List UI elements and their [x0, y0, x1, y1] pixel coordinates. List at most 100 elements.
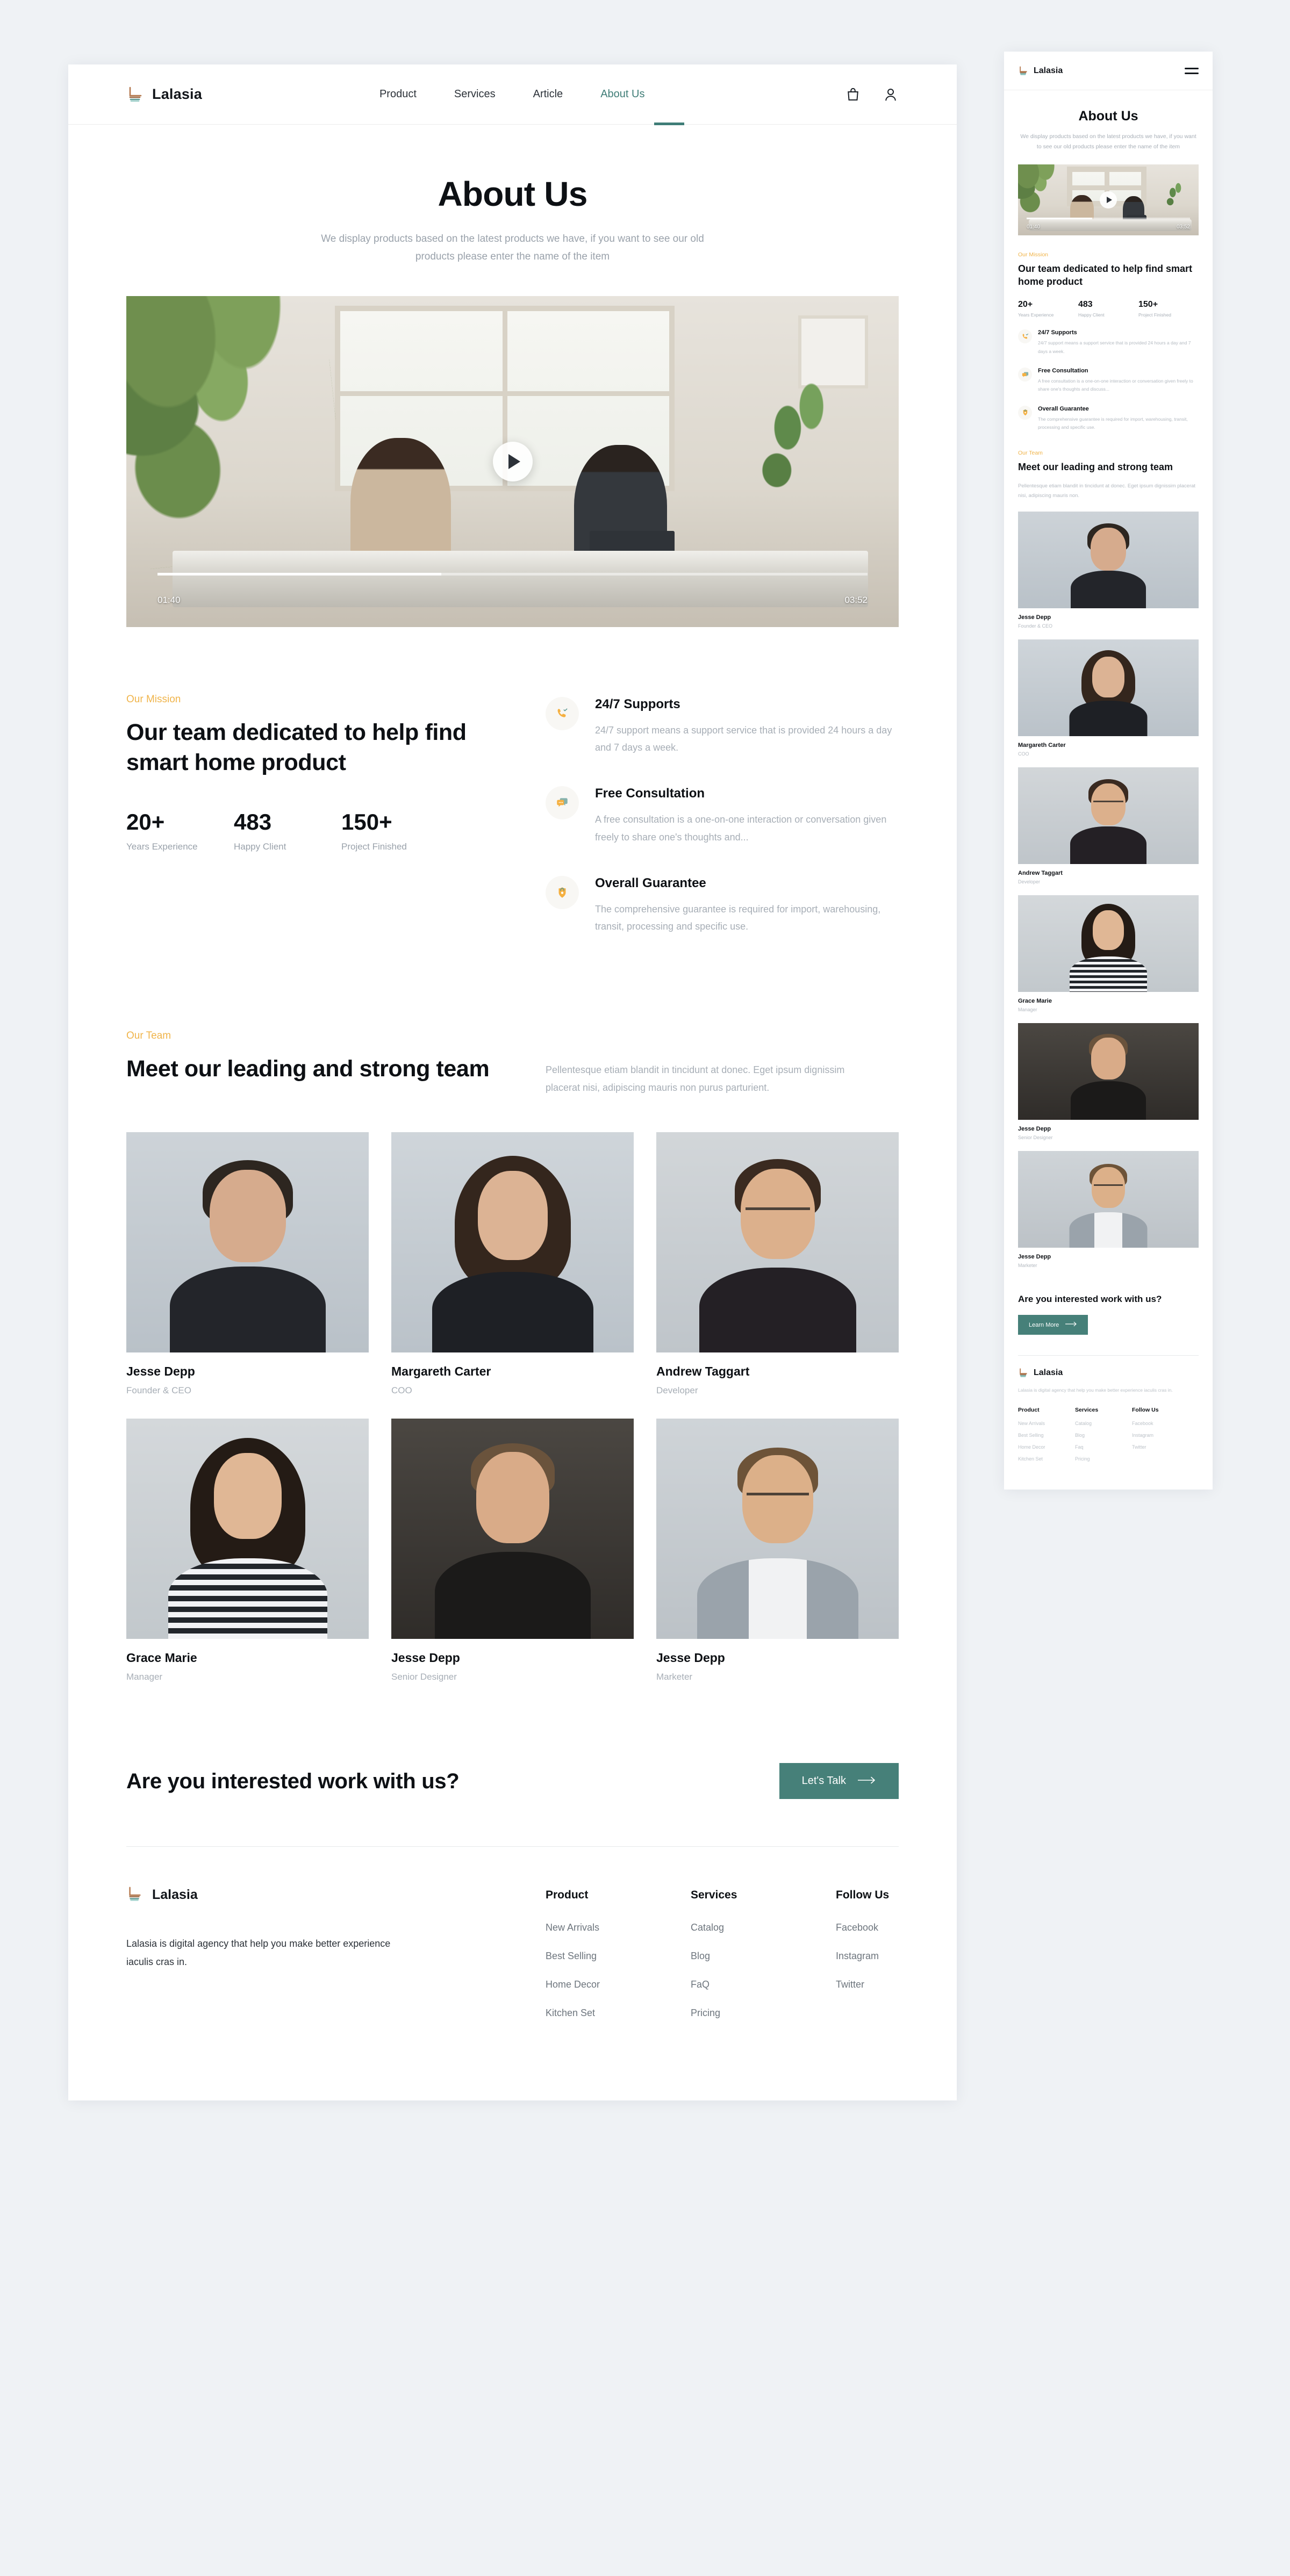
footer-link[interactable]: Catalog — [691, 1922, 782, 1933]
footer-link[interactable]: Home Decor — [546, 1979, 637, 1990]
mobile-video-player[interactable]: 01:40 03:52 — [1018, 164, 1199, 235]
footer-link[interactable]: New Arrivals — [546, 1922, 637, 1933]
video-duration: 03:52 — [844, 594, 868, 605]
footer-link[interactable]: Blog — [691, 1951, 782, 1962]
team-member-card[interactable]: Jesse Depp Senior Designer — [1004, 1023, 1213, 1140]
mobile-mockup: Lalasia About Us We display products bas… — [1004, 52, 1213, 1490]
footer-link[interactable]: Best Selling — [1018, 1433, 1060, 1438]
team-member-card[interactable]: Jesse Depp Marketer — [1004, 1150, 1213, 1268]
footer-link[interactable]: Catalog — [1075, 1421, 1117, 1426]
member-name: Jesse Depp — [1018, 1125, 1051, 1132]
footer-link[interactable]: Instagram — [836, 1951, 927, 1962]
footer-link[interactable]: Kitchen Set — [1018, 1456, 1060, 1462]
mobile-video-duration: 03:52 — [1176, 224, 1190, 230]
phone-support-icon — [546, 696, 579, 730]
footer-link[interactable]: Facebook — [836, 1922, 927, 1933]
team-member-card[interactable]: Andrew Taggart Developer — [1004, 767, 1213, 884]
user-icon[interactable] — [883, 87, 899, 103]
footer-link[interactable]: Kitchen Set — [546, 2007, 637, 2019]
footer-column-title: Follow Us — [1132, 1406, 1159, 1413]
footer-link[interactable]: Instagram — [1132, 1433, 1174, 1438]
avatar — [391, 1132, 634, 1353]
footer-column-product: Product New Arrivals Best Selling Home D… — [1018, 1407, 1060, 1468]
page-canvas: Lalasia Product Services Article About U… — [0, 0, 1290, 2576]
avatar — [656, 1419, 899, 1639]
team-heading: Meet our leading and strong team — [126, 1055, 490, 1082]
mobile-page-title: About Us — [1078, 109, 1138, 124]
cta-section: Are you interested work with us? Let's T… — [68, 1682, 957, 1800]
team-member-card[interactable]: Grace Marie Manager — [1004, 895, 1213, 1012]
member-name: Jesse Depp — [126, 1364, 195, 1379]
learn-more-button[interactable]: Learn More — [1018, 1315, 1088, 1335]
mission-left: Our Mission Our team dedicated to help f… — [126, 694, 503, 966]
nav-link-product[interactable]: Product — [379, 85, 417, 104]
mobile-footer-brand[interactable]: Lalasia — [1018, 1368, 1199, 1378]
team-member-card[interactable]: Jesse Depp Marketer — [656, 1419, 899, 1682]
mobile-video-progress-bar[interactable] — [1027, 217, 1190, 219]
team-header: Our Team Meet our leading and strong tea… — [126, 1030, 899, 1097]
member-role: COO — [391, 1385, 412, 1396]
mobile-hero-subtitle: We display products based on the latest … — [1020, 133, 1196, 150]
footer-column-title: Follow Us — [836, 1889, 890, 1902]
member-name: Jesse Depp — [1018, 614, 1051, 621]
footer-link[interactable]: Faq — [1075, 1444, 1117, 1450]
stat-value: 20+ — [1018, 300, 1033, 310]
chat-bubble-icon — [1018, 368, 1032, 382]
mobile-footer-columns: Product New Arrivals Best Selling Home D… — [1018, 1407, 1199, 1468]
desktop-mockup: Lalasia Product Services Article About U… — [68, 64, 957, 2101]
team-member-card[interactable]: Andrew Taggart Developer — [656, 1132, 899, 1396]
feature-desc: The comprehensive guarantee is required … — [595, 904, 881, 932]
footer-column-title: Product — [546, 1889, 589, 1902]
bag-icon[interactable] — [845, 87, 861, 103]
stat-value: 150+ — [1138, 300, 1158, 310]
footer-link[interactable]: Facebook — [1132, 1421, 1174, 1426]
feature-desc: 24/7 support means a support service tha… — [595, 724, 892, 753]
team-member-card[interactable]: Jesse Depp Founder & CEO — [126, 1132, 369, 1396]
stat-value: 483 — [234, 809, 272, 834]
play-icon[interactable] — [492, 441, 533, 481]
team-member-card[interactable]: Jesse Depp Founder & CEO — [1004, 511, 1213, 629]
footer-link[interactable]: Twitter — [1132, 1444, 1174, 1450]
shield-lock-icon — [546, 876, 579, 910]
footer-link[interactable]: Home Decor — [1018, 1444, 1060, 1450]
team-member-card[interactable]: Jesse Depp Senior Designer — [391, 1419, 634, 1682]
brand-logo[interactable]: Lalasia — [126, 85, 202, 104]
hero-section: About Us We display products based on th… — [68, 125, 957, 266]
footer-column-title: Product — [1018, 1406, 1040, 1413]
team-member-card[interactable]: Grace Marie Manager — [126, 1419, 369, 1682]
nav-link-about-us[interactable]: About Us — [600, 85, 644, 104]
mission-section: Our Mission Our team dedicated to help f… — [68, 627, 957, 966]
stat-item: 150+ Project Finished — [341, 809, 407, 852]
team-member-card[interactable]: Margareth Carter COO — [391, 1132, 634, 1396]
footer-link[interactable]: Best Selling — [546, 1951, 637, 1962]
member-name: Grace Marie — [1018, 997, 1052, 1004]
hamburger-menu-icon[interactable] — [1185, 64, 1199, 77]
stat-label: Happy Client — [234, 841, 286, 852]
lets-talk-button[interactable]: Let's Talk — [779, 1763, 899, 1800]
team-member-card[interactable]: Margareth Carter COO — [1004, 639, 1213, 757]
stat-item: 483 Happy Client — [234, 809, 341, 852]
feature-item: 24/7 Supports 24/7 support means a suppo… — [1018, 329, 1199, 356]
video-player[interactable]: 01:40 03:52 — [126, 296, 899, 627]
mobile-stats-row: 20+ Years Experience 483 Happy Client 15… — [1018, 300, 1199, 318]
footer-link[interactable]: Pricing — [691, 2007, 782, 2019]
video-progress-bar[interactable] — [157, 572, 868, 575]
feature-desc: A free consultation is a one-on-one inte… — [595, 814, 887, 843]
mobile-brand-logo[interactable]: Lalasia — [1018, 66, 1063, 76]
footer-brand[interactable]: Lalasia — [126, 1886, 546, 1904]
footer-link[interactable]: New Arrivals — [1018, 1421, 1060, 1426]
member-name: Grace Marie — [126, 1651, 197, 1665]
nav-link-services[interactable]: Services — [454, 85, 496, 104]
stat-label: Project Finished — [1138, 312, 1171, 318]
feature-desc: A free consultation is a one-on-one inte… — [1038, 378, 1193, 392]
feature-desc: The comprehensive guarantee is required … — [1038, 416, 1188, 430]
chat-bubble-icon — [546, 786, 579, 820]
footer-link[interactable]: Blog — [1075, 1433, 1117, 1438]
footer-link[interactable]: Pricing — [1075, 1456, 1117, 1462]
footer-link[interactable]: FaQ — [691, 1979, 782, 1990]
nav-link-article[interactable]: Article — [533, 85, 563, 104]
play-icon[interactable] — [1100, 191, 1117, 208]
feature-title: Overall Guarantee — [595, 876, 706, 891]
footer-link[interactable]: Twitter — [836, 1979, 927, 1990]
avatar — [1018, 511, 1199, 608]
